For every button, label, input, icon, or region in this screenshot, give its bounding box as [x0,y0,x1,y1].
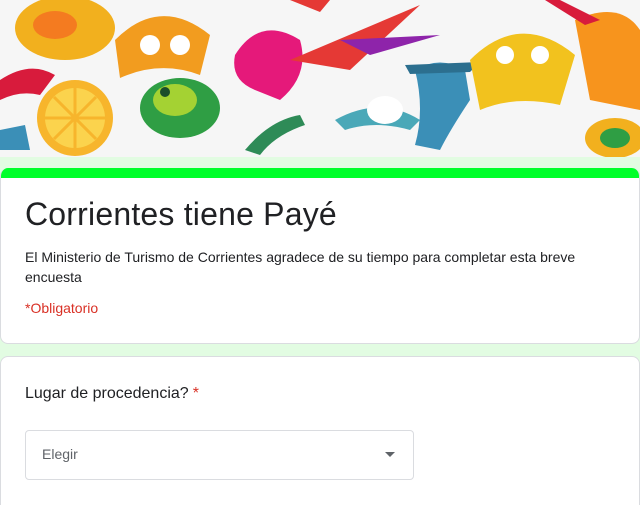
required-star: * [192,385,199,402]
caret-down-icon [385,452,395,457]
header-banner-image [0,0,640,157]
form-header-card: Corrientes tiene Payé El Ministerio de T… [0,168,640,344]
procedencia-select[interactable]: Elegir [25,430,414,480]
required-note: *Obligatorio [25,300,99,316]
question-title: Lugar de procedencia? * [25,385,199,403]
select-value: Elegir [42,446,78,462]
accent-bar [1,168,639,178]
question-label: Lugar de procedencia? [25,385,189,402]
form-title: Corrientes tiene Payé [25,196,337,232]
form-description: El Ministerio de Turismo de Corrientes a… [25,249,576,285]
question-card: Lugar de procedencia? * Elegir [0,356,640,505]
